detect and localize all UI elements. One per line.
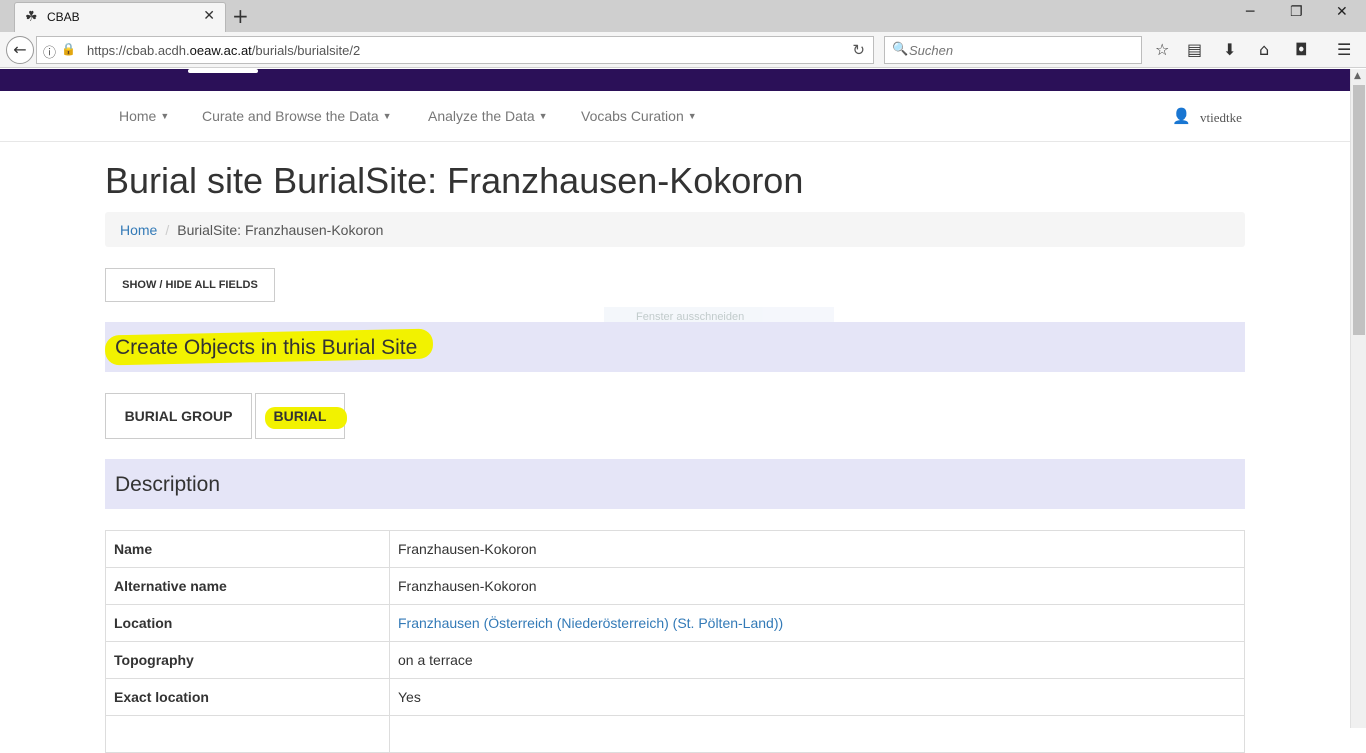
bookmark-star-icon[interactable]: ☆	[1155, 40, 1169, 59]
create-objects-header: Create Objects in this Burial Site	[104, 322, 1245, 372]
scroll-up-icon[interactable]: ▲	[1354, 71, 1361, 81]
pocket-icon[interactable]: ◘	[1295, 40, 1308, 59]
show-hide-fields-button[interactable]: SHOW / HIDE ALL FIELDS	[105, 268, 275, 302]
field-value: Franzhausen-Kokoron	[389, 567, 1245, 605]
site-header-bar	[0, 69, 1350, 91]
restore-icon[interactable]: ❐	[1290, 4, 1303, 20]
breadcrumb: Home / BurialSite: Franzhausen-Kokoron	[105, 212, 1245, 247]
scrollbar[interactable]: ▲	[1350, 69, 1366, 728]
field-value	[389, 715, 1245, 753]
search-input[interactable]	[909, 40, 1129, 60]
table-row: Exact location Yes	[105, 678, 1245, 716]
reload-icon[interactable]: ↻	[852, 41, 865, 59]
field-value: Yes	[389, 678, 1245, 716]
lock-icon: 🔒	[61, 42, 76, 56]
field-label: Alternative name	[105, 567, 390, 605]
description-title: Description	[115, 473, 221, 496]
info-icon[interactable]: ⓘ	[43, 42, 56, 61]
hamburger-menu-icon[interactable]: ☰	[1337, 40, 1351, 59]
breadcrumb-current: BurialSite: Franzhausen-Kokoron	[177, 222, 384, 238]
user-icon[interactable]: 👤	[1172, 107, 1191, 125]
url-bar[interactable]: ⓘ 🔒 https://cbab.acdh.oeaw.ac.at/burials…	[36, 36, 874, 64]
reading-list-icon[interactable]: ▤	[1187, 40, 1202, 59]
field-label: Name	[105, 530, 390, 568]
close-tab-icon[interactable]: ✕	[203, 8, 215, 24]
table-row: Alternative name Franzhausen-Kokoron	[105, 567, 1245, 605]
caret-down-icon: ▼	[687, 111, 697, 121]
breadcrumb-home-link[interactable]: Home	[120, 222, 157, 238]
site-favicon-icon: ☘	[25, 9, 38, 25]
new-tab-icon[interactable]: +	[232, 4, 249, 28]
caret-down-icon: ▼	[538, 111, 548, 121]
search-icon: 🔍	[892, 42, 909, 57]
page-title: Burial site BurialSite: Franzhausen-Koko…	[105, 160, 804, 201]
site-navbar: Home ▼ Curate and Browse the Data ▼ Analyz…	[0, 91, 1350, 142]
create-objects-title: Create Objects in this Burial Site	[115, 336, 418, 359]
user-name[interactable]: vtiedtke	[1200, 110, 1242, 126]
burial-group-button[interactable]: BURIAL GROUP	[105, 393, 252, 439]
table-row: Location Franzhausen (Österreich (Nieder…	[105, 604, 1245, 642]
caret-down-icon: ▼	[382, 111, 392, 121]
home-icon[interactable]: ⌂	[1259, 40, 1269, 59]
table-row: Name Franzhausen-Kokoron	[105, 530, 1245, 568]
breadcrumb-separator: /	[165, 222, 170, 238]
nav-analyze[interactable]: Analyze the Data ▼	[428, 108, 548, 124]
field-label: Location	[105, 604, 390, 642]
field-value: Franzhausen (Österreich (Niederösterreic…	[389, 604, 1245, 642]
browser-toolbar: ← ⓘ 🔒 https://cbab.acdh.oeaw.ac.at/buria…	[0, 32, 1366, 68]
description-table: Name Franzhausen-Kokoron Alternative nam…	[105, 530, 1245, 753]
description-header: Description	[105, 459, 1245, 509]
scrollbar-thumb[interactable]	[1353, 85, 1365, 335]
browser-tab[interactable]: ☘ CBAB ✕	[14, 2, 226, 32]
tab-strip: ☘ CBAB ✕ + ─ ❐ ✕	[0, 0, 1366, 32]
caret-down-icon: ▼	[160, 111, 170, 121]
field-label: Topography	[105, 641, 390, 679]
field-value: on a terrace	[389, 641, 1245, 679]
location-link[interactable]: Franzhausen (Österreich (Niederösterreic…	[398, 615, 783, 631]
nav-vocabs-curation[interactable]: Vocabs Curation ▼	[581, 108, 697, 124]
field-value: Franzhausen-Kokoron	[389, 530, 1245, 568]
nav-home[interactable]: Home ▼	[119, 108, 169, 124]
download-icon[interactable]: ⬇	[1223, 40, 1236, 59]
nav-curate-browse[interactable]: Curate and Browse the Data ▼	[202, 108, 392, 124]
field-label	[105, 715, 390, 753]
field-label: Exact location	[105, 678, 390, 716]
window-close-icon[interactable]: ✕	[1336, 4, 1348, 20]
tab-title: CBAB	[47, 10, 80, 24]
search-bar[interactable]: 🔍	[884, 36, 1142, 64]
minimize-icon[interactable]: ─	[1246, 4, 1254, 20]
logo-fragment	[188, 69, 258, 73]
burial-button[interactable]: BURIAL	[255, 393, 347, 439]
url-text[interactable]: https://cbab.acdh.oeaw.ac.at/burials/bur…	[87, 43, 360, 58]
table-row: Topography on a terrace	[105, 641, 1245, 679]
back-button[interactable]: ←	[6, 36, 34, 64]
table-row	[105, 715, 1245, 753]
burial-button-label: BURIAL	[273, 408, 327, 424]
